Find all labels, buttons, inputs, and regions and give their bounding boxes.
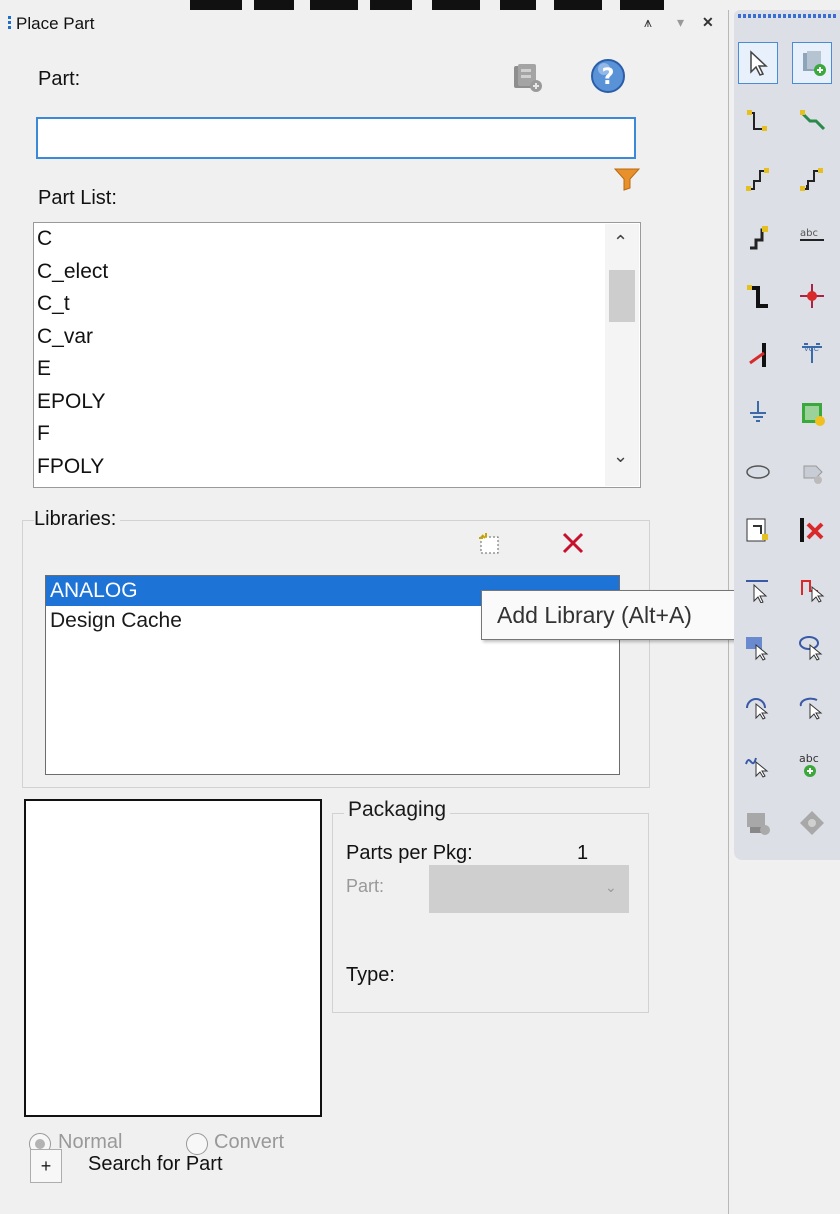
part-database-icon[interactable] xyxy=(510,60,546,96)
panel-menu-icon[interactable]: ▾ xyxy=(677,14,684,31)
scroll-down-icon[interactable]: ⌄ xyxy=(613,446,628,467)
list-item[interactable]: C_elect xyxy=(37,256,640,289)
parts-per-pkg-value: 1 xyxy=(577,842,589,864)
radio-normal-label: Normal xyxy=(58,1131,123,1153)
list-item[interactable]: C_t xyxy=(37,288,640,321)
list-item[interactable]: EPOLY xyxy=(37,386,640,419)
place-elliptical-arc-icon[interactable] xyxy=(792,686,832,728)
add-library-icon[interactable] xyxy=(478,532,504,556)
panel-title: Place Part xyxy=(16,14,95,33)
part-search-input[interactable] xyxy=(36,117,636,159)
place-auto-wire-icon[interactable] xyxy=(738,159,778,201)
drag-grip-icon[interactable] xyxy=(8,16,11,30)
place-no-connect-icon[interactable] xyxy=(792,510,832,552)
place-hierarchical-port-icon[interactable] xyxy=(792,452,832,494)
place-polyline-icon[interactable] xyxy=(792,569,832,611)
toolbar-grip[interactable] xyxy=(738,14,838,18)
place-auto-connect-bus-icon[interactable] xyxy=(738,218,778,260)
pkg-part-select[interactable]: ⌄ xyxy=(429,865,629,913)
list-item[interactable]: E xyxy=(37,353,640,386)
parts-per-pkg-label: Parts per Pkg: xyxy=(346,842,473,864)
add-library-tooltip: Add Library (Alt+A) xyxy=(481,590,759,640)
place-arc-icon[interactable] xyxy=(738,686,778,728)
place-wire-icon[interactable] xyxy=(738,101,778,143)
place-ground-icon[interactable] xyxy=(738,393,778,435)
select-tool-icon[interactable] xyxy=(738,42,778,84)
filter-icon[interactable] xyxy=(613,167,641,191)
help-icon[interactable]: ? xyxy=(588,56,628,96)
place-line-icon[interactable] xyxy=(738,569,778,611)
place-junction-icon[interactable] xyxy=(792,276,832,318)
pkg-part-label: Part: xyxy=(346,876,385,896)
pin-icon[interactable]: ⩚ xyxy=(644,14,652,31)
svg-text:abc: abc xyxy=(799,752,819,765)
place-hierarchical-pin-icon[interactable] xyxy=(738,510,778,552)
place-net-group-icon[interactable] xyxy=(792,101,832,143)
place-pspice-component-icon[interactable] xyxy=(792,803,832,845)
svg-text:?: ? xyxy=(602,65,615,90)
close-icon[interactable]: ✕ xyxy=(702,14,714,31)
place-hierarchical-block-icon[interactable] xyxy=(792,393,832,435)
scroll-up-icon[interactable]: ⌃ xyxy=(613,232,628,253)
search-for-part-label[interactable]: Search for Part xyxy=(88,1153,223,1176)
list-item[interactable]: C_var xyxy=(37,321,640,354)
part-list-scrollbar[interactable]: ⌃ ⌄ xyxy=(605,224,639,486)
chevron-down-icon: ⌄ xyxy=(605,879,617,895)
drawing-toolbar: abc VCC abc xyxy=(734,10,840,860)
svg-text:abc: abc xyxy=(800,228,818,239)
remove-library-icon[interactable] xyxy=(560,530,586,556)
place-ieee-symbol-icon[interactable] xyxy=(738,803,778,845)
place-power-icon[interactable]: VCC xyxy=(792,335,832,377)
svg-text:VCC: VCC xyxy=(804,346,819,353)
place-bezier-icon[interactable] xyxy=(738,744,778,786)
place-text-icon[interactable]: abc xyxy=(792,744,832,786)
radio-convert-label: Convert xyxy=(214,1131,285,1153)
place-auto-wire-multi-icon[interactable] xyxy=(792,159,832,201)
libraries-label: Libraries: xyxy=(34,508,121,531)
place-ellipse-icon[interactable] xyxy=(792,627,832,669)
place-net-alias-icon[interactable]: abc xyxy=(792,218,832,260)
place-bus-entry-icon[interactable] xyxy=(738,335,778,377)
place-off-page-connector-icon[interactable] xyxy=(738,452,778,494)
part-list[interactable]: C C_elect C_t C_var E EPOLY F FPOLY xyxy=(33,222,641,488)
panel-title-bar[interactable]: Place Part ⩚ ▾ ✕ xyxy=(0,10,728,36)
part-list-label: Part List: xyxy=(38,187,117,209)
search-expand-button[interactable]: + xyxy=(30,1149,62,1183)
list-item[interactable]: C xyxy=(37,223,640,256)
radio-convert[interactable] xyxy=(186,1133,208,1155)
list-item[interactable]: F xyxy=(37,418,640,451)
part-preview xyxy=(24,799,322,1117)
part-label: Part: xyxy=(38,68,81,90)
list-item[interactable]: FPOLY xyxy=(37,451,640,484)
place-part-icon[interactable] xyxy=(792,42,832,84)
place-bus-icon[interactable] xyxy=(738,276,778,318)
scrollbar-thumb[interactable] xyxy=(609,270,635,322)
pkg-type-label: Type: xyxy=(346,964,395,986)
packaging-legend: Packaging xyxy=(344,798,451,822)
place-rectangle-icon[interactable] xyxy=(738,627,778,669)
